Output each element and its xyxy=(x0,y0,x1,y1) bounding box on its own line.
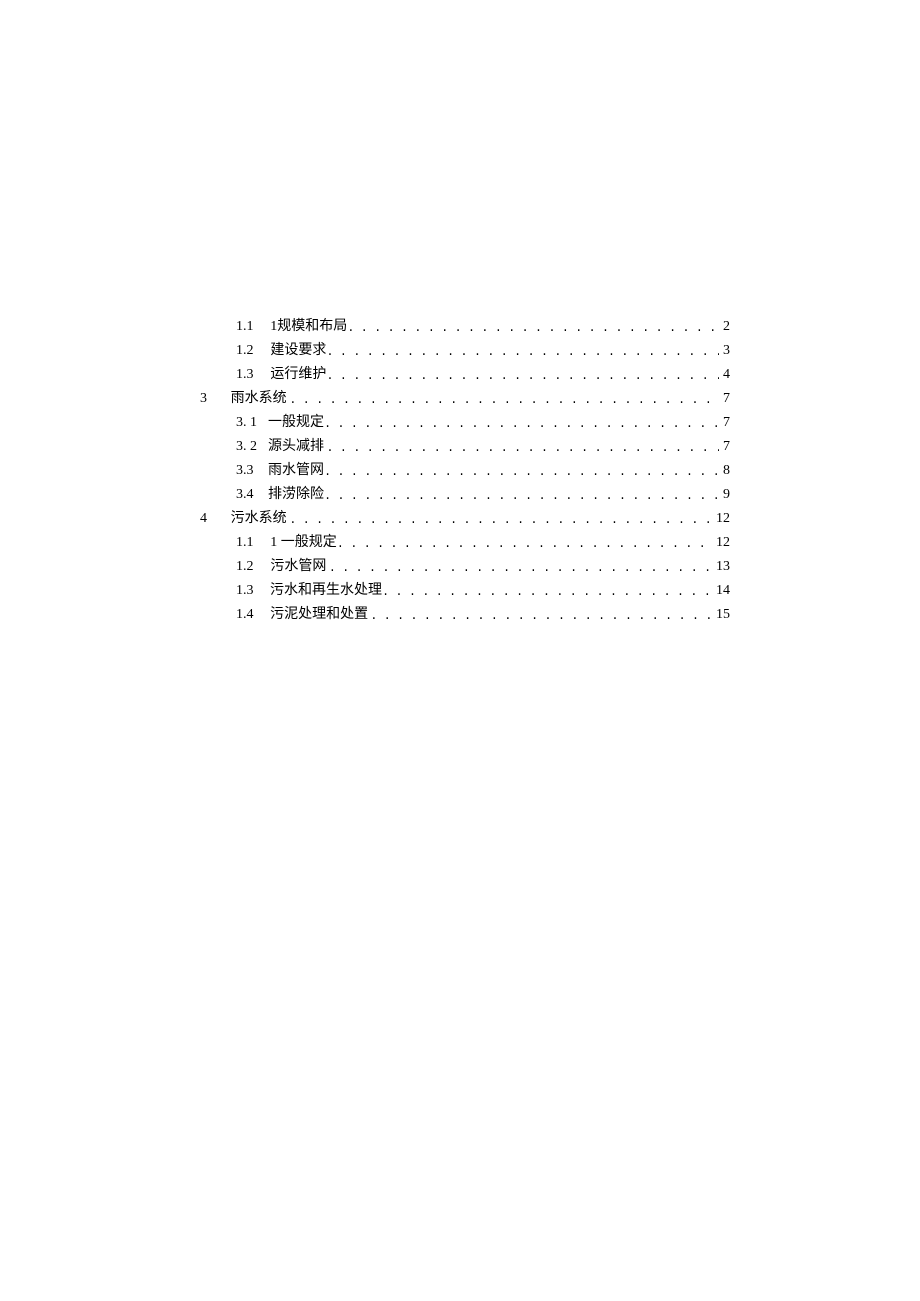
toc-title: 一般规定 xyxy=(268,411,324,435)
toc-entry: 1.3 运行维护 4 xyxy=(236,363,730,387)
toc-title: 污泥处理和处置 xyxy=(270,603,368,627)
toc-page: 3 xyxy=(719,339,730,363)
toc-number: 1.2 xyxy=(236,555,268,579)
leader-dots xyxy=(326,436,719,460)
toc-number: 1.3 xyxy=(236,363,268,387)
toc-number: 1.4 xyxy=(236,603,268,627)
document-page: 1.1 1规模和布局 2 1.2 建设要求 3 1.3 运行维护 4 3 雨水系… xyxy=(0,0,920,627)
toc-number: 3 xyxy=(200,387,228,411)
toc-entry: 3. 2 源头减排 7 xyxy=(236,435,730,459)
toc-entry: 3. 1 一般规定 7 xyxy=(236,411,730,435)
toc-page: 14 xyxy=(712,579,730,603)
toc-page: 12 xyxy=(712,531,730,555)
toc-title: 建设要求 xyxy=(270,339,326,363)
toc-title: 雨水系统 xyxy=(231,387,287,411)
toc-number: 3. 1 xyxy=(236,411,268,435)
toc-title: 污水系统 xyxy=(231,507,287,531)
leader-dots xyxy=(347,316,719,340)
leader-dots xyxy=(324,412,719,436)
toc-number: 1.2 xyxy=(236,339,268,363)
table-of-contents: 1.1 1规模和布局 2 1.2 建设要求 3 1.3 运行维护 4 3 雨水系… xyxy=(200,315,730,627)
toc-title: 雨水管网 xyxy=(268,459,324,483)
toc-number: 1.1 xyxy=(236,531,268,555)
leader-dots xyxy=(337,532,712,556)
toc-number: 3.4 xyxy=(236,483,268,507)
leader-dots xyxy=(289,388,719,412)
toc-page: 4 xyxy=(719,363,730,387)
toc-entry: 1.2 污水管网 13 xyxy=(236,555,730,579)
toc-entry: 1.1 1规模和布局 2 xyxy=(236,315,730,339)
toc-title: 1 一般规定 xyxy=(270,531,337,555)
toc-title: 排涝除险 xyxy=(268,483,324,507)
toc-entry: 1.3 污水和再生水处理 14 xyxy=(236,579,730,603)
toc-title: 污水和再生水处理 xyxy=(270,579,382,603)
toc-number: 4 xyxy=(200,507,228,531)
leader-dots xyxy=(326,340,719,364)
toc-title: 运行维护 xyxy=(270,363,326,387)
toc-entry: 3.4 排涝除险 9 xyxy=(236,483,730,507)
toc-title: 1规模和布局 xyxy=(270,315,347,339)
toc-page: 7 xyxy=(719,411,730,435)
leader-dots xyxy=(324,460,719,484)
leader-dots xyxy=(324,484,719,508)
toc-number: 1.1 xyxy=(236,315,268,339)
toc-entry: 4 污水系统 12 xyxy=(200,507,730,531)
leader-dots xyxy=(382,580,712,604)
toc-entry: 1.1 1 一般规定 12 xyxy=(236,531,730,555)
toc-page: 9 xyxy=(719,483,730,507)
toc-number: 3.3 xyxy=(236,459,268,483)
toc-entry: 3 雨水系统 7 xyxy=(200,387,730,411)
toc-page: 7 xyxy=(719,387,730,411)
toc-page: 8 xyxy=(719,459,730,483)
toc-page: 12 xyxy=(712,507,730,531)
toc-entry: 1.2 建设要求 3 xyxy=(236,339,730,363)
toc-page: 7 xyxy=(719,435,730,459)
toc-title: 源头减排 xyxy=(268,435,324,459)
toc-number: 1.3 xyxy=(236,579,268,603)
toc-number: 3. 2 xyxy=(236,435,268,459)
toc-page: 15 xyxy=(712,603,730,627)
toc-entry: 3.3 雨水管网 8 xyxy=(236,459,730,483)
leader-dots xyxy=(329,556,712,580)
toc-entry: 1.4 污泥处理和处置 15 xyxy=(236,603,730,627)
toc-page: 13 xyxy=(712,555,730,579)
leader-dots xyxy=(326,364,719,388)
leader-dots xyxy=(370,604,712,628)
toc-page: 2 xyxy=(719,315,730,339)
leader-dots xyxy=(289,508,712,532)
toc-title: 污水管网 xyxy=(270,555,326,579)
